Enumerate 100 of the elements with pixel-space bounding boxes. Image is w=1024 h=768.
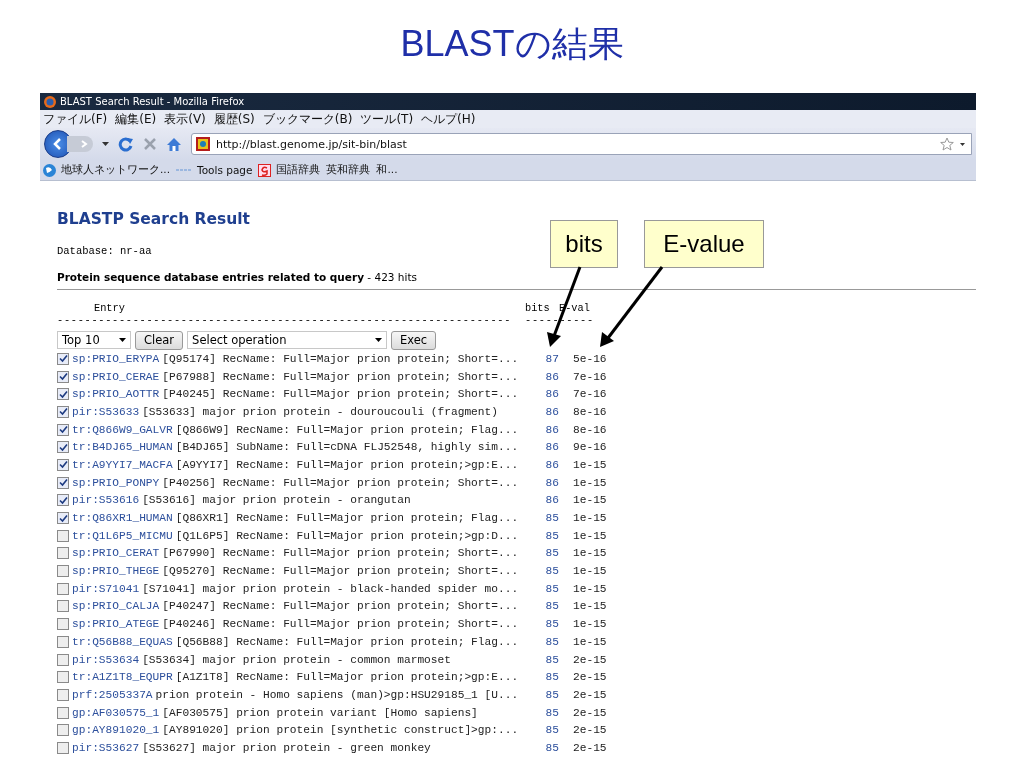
- checkbox[interactable]: [57, 441, 69, 454]
- clear-button[interactable]: Clear: [135, 330, 184, 350]
- entry-link[interactable]: tr:Q866W9_GALVR: [72, 423, 173, 436]
- entry-link[interactable]: tr:B4DJ65_HUMAN: [72, 441, 173, 454]
- bits-link[interactable]: 86: [545, 458, 565, 471]
- bits-link[interactable]: 86: [545, 476, 565, 489]
- bits-link[interactable]: 86: [545, 423, 565, 436]
- globe-icon: [43, 163, 56, 177]
- entry-link[interactable]: tr:A1Z1T8_EQUPR: [72, 671, 173, 684]
- bookmark-link[interactable]: 国語辞典: [276, 163, 321, 177]
- checkbox[interactable]: [57, 370, 69, 383]
- entry-link[interactable]: sp:PRIO_ATEGE: [72, 618, 160, 631]
- bits-link[interactable]: 85: [545, 724, 565, 737]
- bits-link[interactable]: 85: [545, 618, 565, 631]
- entry-description: [P67988] RecName: Full=Major prion protein; Short=...: [162, 370, 519, 383]
- checkbox[interactable]: [57, 688, 69, 701]
- entry-link[interactable]: sp:PRIO_CALJA: [72, 600, 160, 613]
- bookmark-link[interactable]: 地球人ネットワーク...: [61, 163, 170, 177]
- bits-link[interactable]: 85: [545, 653, 565, 666]
- bits-link[interactable]: 85: [545, 529, 565, 542]
- menu-item[interactable]: ヘルプ(H): [421, 110, 476, 128]
- entry-description: [A9YYI7] RecName: Full=Major prion protein;>gp:E...: [175, 458, 519, 471]
- entry-link[interactable]: pir:S53616: [72, 494, 140, 507]
- bits-link[interactable]: 85: [545, 688, 565, 701]
- checkbox[interactable]: [57, 600, 69, 613]
- checkbox[interactable]: [57, 405, 69, 418]
- checkbox[interactable]: [57, 724, 69, 737]
- bits-link[interactable]: 85: [545, 741, 565, 754]
- entry-link[interactable]: prf:2505337A: [72, 688, 153, 701]
- database-label: Database: nr-aa: [57, 245, 153, 259]
- stop-icon: [143, 137, 157, 151]
- checkbox[interactable]: [57, 476, 69, 489]
- menu-item[interactable]: ツール(T): [360, 110, 414, 128]
- bits-link[interactable]: 85: [545, 582, 565, 595]
- entry-link[interactable]: sp:PRIO_ERYPA: [72, 352, 160, 365]
- menu-item[interactable]: ファイル(F): [43, 110, 108, 128]
- bits-link[interactable]: 85: [545, 706, 565, 719]
- operation-select[interactable]: Select operation: [187, 331, 388, 349]
- callout-label: E-value: [644, 220, 764, 268]
- dropdown-icon: [102, 142, 109, 146]
- evalue-text: 2e-15: [572, 706, 608, 719]
- bits-link[interactable]: 85: [545, 600, 565, 613]
- count-select[interactable]: Top 10: [57, 331, 131, 349]
- entry-description: [P67990] RecName: Full=Major prion protein; Short=...: [162, 547, 519, 560]
- bits-link[interactable]: 86: [545, 441, 565, 454]
- bits-link[interactable]: 86: [545, 405, 565, 418]
- evalue-text: 8e-16: [572, 423, 608, 436]
- bits-link[interactable]: 87: [545, 352, 565, 365]
- menu-item[interactable]: ブックマーク(B): [262, 110, 353, 128]
- checkbox[interactable]: [57, 529, 69, 542]
- entry-link[interactable]: pir:S53627: [72, 741, 140, 754]
- checkbox[interactable]: [57, 582, 69, 595]
- entry-link[interactable]: tr:Q86XR1_HUMAN: [72, 512, 173, 525]
- evalue-text: 1e-15: [572, 476, 608, 489]
- checkbox[interactable]: [57, 565, 69, 578]
- entry-link[interactable]: sp:PRIO_AOTTR: [72, 388, 160, 401]
- menu-item[interactable]: 履歴(S): [213, 110, 255, 128]
- bits-link[interactable]: 86: [545, 494, 565, 507]
- entry-link[interactable]: sp:PRIO_CERAT: [72, 547, 160, 560]
- checkbox[interactable]: [57, 388, 69, 401]
- checkbox[interactable]: [57, 653, 69, 666]
- checkbox[interactable]: [57, 352, 69, 365]
- entry-description: [B4DJ65] SubName: Full=cDNA FLJ52548, highly sim...: [175, 441, 519, 454]
- entry-link[interactable]: gp:AF030575_1: [72, 706, 160, 719]
- address-field[interactable]: http://blast.genome.jp/sit-bin/blast: [191, 133, 972, 155]
- bookmark-link[interactable]: 和...: [376, 163, 398, 177]
- entry-link[interactable]: sp:PRIO_THEGE: [72, 565, 160, 578]
- menu-item[interactable]: 表示(V): [164, 110, 206, 128]
- bookmark-link[interactable]: 英和辞典: [326, 163, 371, 177]
- bits-link[interactable]: 85: [545, 671, 565, 684]
- checkbox[interactable]: [57, 635, 69, 648]
- bits-link[interactable]: 86: [545, 370, 565, 383]
- bits-link[interactable]: 86: [545, 388, 565, 401]
- entry-link[interactable]: pir:S53633: [72, 405, 140, 418]
- checkbox[interactable]: [57, 494, 69, 507]
- checkbox[interactable]: [57, 547, 69, 560]
- bits-link[interactable]: 85: [545, 547, 565, 560]
- bookmark-link[interactable]: Tools page: [197, 164, 253, 176]
- entry-link[interactable]: tr:Q56B88_EQUAS: [72, 635, 173, 648]
- checkbox[interactable]: [57, 741, 69, 754]
- evalue-text: 2e-15: [572, 688, 608, 701]
- entry-link[interactable]: pir:S71041: [72, 582, 140, 595]
- menu-item[interactable]: 編集(E): [115, 110, 157, 128]
- checkbox[interactable]: [57, 423, 69, 436]
- entry-link[interactable]: sp:PRIO_PONPY: [72, 476, 160, 489]
- checkbox[interactable]: [57, 671, 69, 684]
- exec-button[interactable]: Exec: [391, 330, 437, 350]
- checkbox[interactable]: [57, 458, 69, 471]
- checkbox[interactable]: [57, 706, 69, 719]
- bits-link[interactable]: 85: [545, 512, 565, 525]
- entry-link[interactable]: sp:PRIO_CERAE: [72, 370, 160, 383]
- entry-link[interactable]: tr:Q1L6P5_MICMU: [72, 529, 173, 542]
- entry-link[interactable]: tr:A9YYI7_MACFA: [72, 458, 173, 471]
- evalue-text: 1e-15: [572, 618, 608, 631]
- bits-link[interactable]: 85: [545, 565, 565, 578]
- checkbox[interactable]: [57, 512, 69, 525]
- entry-link[interactable]: pir:S53634: [72, 653, 140, 666]
- entry-link[interactable]: gp:AY891020_1: [72, 724, 160, 737]
- bits-link[interactable]: 85: [545, 635, 565, 648]
- checkbox[interactable]: [57, 618, 69, 631]
